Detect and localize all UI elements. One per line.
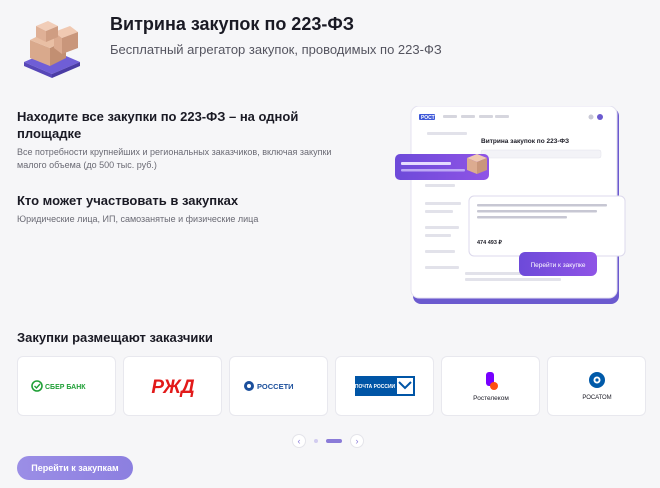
rzd-logo: РЖД	[151, 377, 195, 398]
sberbank-logo: СБЕР БАНК	[30, 380, 86, 392]
page-subtitle: Бесплатный агрегатор закупок, проводимых…	[110, 42, 442, 57]
mockup-price: 474 493 ₽	[477, 239, 502, 246]
logo-label: ПОЧТА РОССИИ	[354, 384, 395, 390]
mockup-window-title: Витрина закупок по 223-ФЗ	[481, 138, 569, 145]
feature-all-purchases: Находите все закупки по 223-ФЗ – на одно…	[17, 108, 337, 172]
logo-rostelecom[interactable]: Ростелеком	[441, 356, 540, 416]
logo-rosatom[interactable]: РОСАТОМ	[547, 356, 646, 416]
feature-who-can-participate: Кто может участвовать в закупках Юридиче…	[17, 192, 337, 226]
pochta-logo: ПОЧТА РОССИИ	[354, 376, 415, 396]
feature-title: Находите все закупки по 223-ФЗ – на одно…	[17, 109, 299, 141]
pager-dot[interactable]	[314, 439, 318, 443]
rosseti-logo: РОССЕТИ	[243, 381, 294, 391]
logo-label: РОСАТОМ	[582, 395, 611, 401]
logo-pochta-rossii[interactable]: ПОЧТА РОССИИ	[335, 356, 434, 416]
mockup-button-label: Перейти к закупке	[530, 261, 585, 269]
logo-label: РЖД	[151, 377, 195, 398]
parcels-illustration	[24, 21, 80, 78]
logo-rzd[interactable]: РЖД	[123, 356, 222, 416]
next-arrow-icon[interactable]: ›	[350, 434, 364, 448]
logo-label: Ростелеком	[473, 395, 509, 402]
logo-label: СБЕР БАНК	[45, 384, 86, 391]
pager-dot-active[interactable]	[326, 439, 342, 443]
customers-title: Закупки размещают заказчики	[17, 330, 213, 345]
go-to-purchases-button[interactable]: Перейти к закупкам	[17, 456, 133, 480]
feature-title: Кто может участвовать в закупках	[17, 193, 239, 208]
rosatom-logo: РОСАТОМ	[582, 372, 611, 401]
logo-label: РОССЕТИ	[257, 382, 294, 391]
mockup-logo: РОСТ	[421, 115, 435, 121]
logo-rosseti[interactable]: РОССЕТИ	[229, 356, 328, 416]
feature-text: Юридические лица, ИП, самозанятые и физи…	[17, 214, 259, 224]
page-title: Витрина закупок по 223-ФЗ	[110, 14, 354, 34]
logo-sberbank[interactable]: СБЕР БАНК	[17, 356, 116, 416]
platform-mockup-illustration: РОСТ Витрина закупок по 223-ФЗ 474 493 ₽…	[395, 106, 626, 304]
carousel-pager: ‹ ›	[292, 434, 364, 448]
customer-logos: СБЕР БАНК РЖД РОССЕТИ ПОЧТА РОССИИ Росте…	[17, 356, 646, 416]
feature-text: Все потребности крупнейших и региональны…	[17, 147, 332, 170]
prev-arrow-icon[interactable]: ‹	[292, 434, 306, 448]
rostelecom-logo: Ростелеком	[473, 372, 509, 402]
